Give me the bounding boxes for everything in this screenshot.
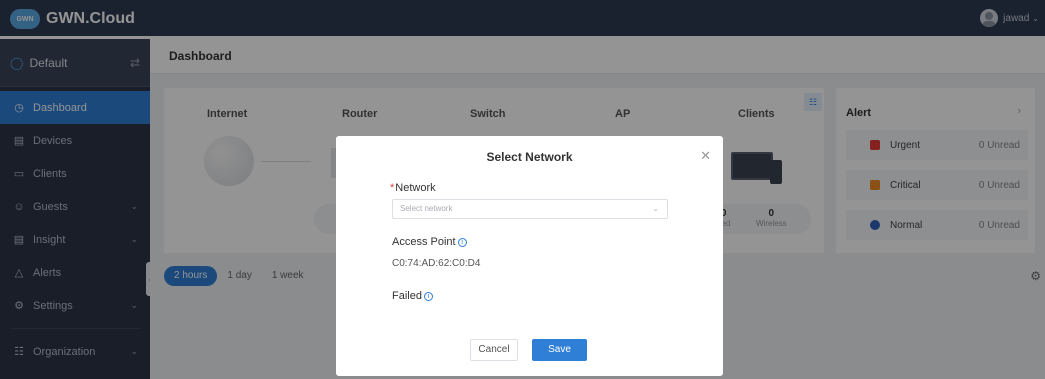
cancel-button[interactable]: Cancel (470, 339, 518, 361)
dialog-title: Select Network (486, 150, 573, 164)
info-icon[interactable]: i (423, 292, 433, 301)
access-point-label: Access Point i (392, 236, 467, 248)
network-select[interactable]: Select network ⌄ (392, 199, 668, 219)
close-icon[interactable]: ✕ (700, 148, 711, 164)
network-field-label: *Network (390, 182, 436, 194)
info-icon[interactable]: i (457, 238, 467, 247)
failed-label: Failed i (392, 290, 433, 302)
required-marker: * (390, 182, 395, 194)
network-select-placeholder: Select network (400, 204, 453, 213)
access-point-value: C0:74:AD:62:C0:D4 (392, 258, 481, 269)
select-network-dialog: Select Network ✕ *Network Select network… (336, 136, 723, 376)
save-button[interactable]: Save (532, 339, 587, 361)
chevron-down-icon: ⌄ (652, 204, 659, 213)
